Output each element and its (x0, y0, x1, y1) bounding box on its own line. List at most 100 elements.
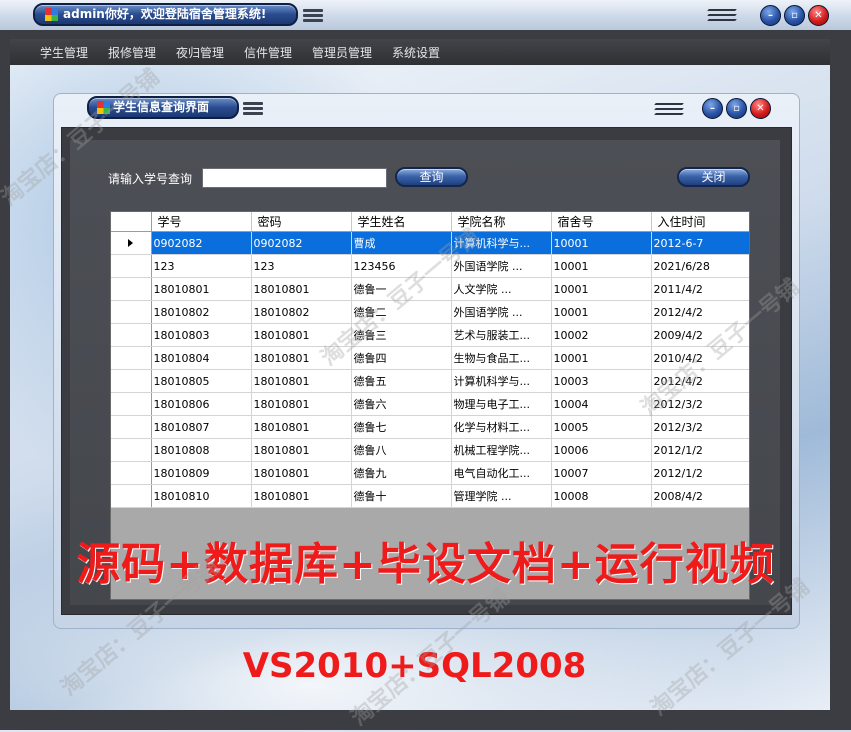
table-cell[interactable]: 18010809 (151, 461, 252, 485)
table-cell[interactable]: 德鲁九 (351, 461, 452, 485)
table-cell[interactable]: 人文学院 ... (451, 277, 552, 301)
restore-icon[interactable]: ▫ (784, 5, 805, 26)
close-button[interactable]: 关闭 (677, 167, 750, 187)
table-row[interactable]: 18010810 18010801 德鲁十 管理学院 ... 10008 2008/4/2 (111, 484, 749, 508)
table-cell[interactable]: 18010808 (151, 438, 252, 462)
table-row[interactable]: 18010807 18010801 德鲁七 化学与材料工... 10005 2012/3/… (111, 415, 749, 439)
table-cell[interactable]: 2011/4/2 (651, 277, 749, 301)
table-cell[interactable]: 2012/3/2 (651, 415, 749, 439)
menu-item-repair[interactable]: 报修管理 (108, 44, 156, 61)
table-cell[interactable]: 艺术与服装工... (451, 323, 552, 347)
table-cell[interactable]: 德鲁六 (351, 392, 452, 416)
table-cell[interactable]: 2012/1/2 (651, 438, 749, 462)
table-cell[interactable]: 德鲁三 (351, 323, 452, 347)
table-cell[interactable]: 10001 (551, 231, 652, 255)
row-header[interactable] (111, 392, 152, 416)
table-cell[interactable]: 18010801 (251, 392, 352, 416)
table-cell[interactable]: 德鲁七 (351, 415, 452, 439)
row-header[interactable] (111, 461, 152, 485)
table-cell[interactable]: 18010810 (151, 484, 252, 508)
table-cell[interactable]: 化学与材料工... (451, 415, 552, 439)
row-header[interactable] (111, 346, 152, 370)
table-cell[interactable]: 18010805 (151, 369, 252, 393)
table-cell[interactable]: 10001 (551, 277, 652, 301)
table-row[interactable]: 18010808 18010801 德鲁八 机械工程学院... 10006 2012/1/… (111, 438, 749, 462)
table-cell[interactable]: 18010806 (151, 392, 252, 416)
table-cell[interactable]: 生物与食品工... (451, 346, 552, 370)
column-header[interactable]: 学号 (151, 212, 252, 232)
table-cell[interactable]: 2012/1/2 (651, 461, 749, 485)
table-cell[interactable]: 2021/6/28 (651, 254, 749, 278)
table-cell[interactable]: 2012/3/2 (651, 392, 749, 416)
table-cell[interactable]: 18010801 (251, 484, 352, 508)
menu-item-admin[interactable]: 管理员管理 (312, 44, 372, 61)
table-row[interactable]: 18010804 18010801 德鲁四 生物与食品工... 10001 2010/4/… (111, 346, 749, 370)
table-cell[interactable]: 10002 (551, 323, 652, 347)
table-cell[interactable]: 18010801 (251, 323, 352, 347)
table-cell[interactable]: 123 (151, 254, 252, 278)
student-id-input[interactable] (202, 168, 387, 188)
table-cell[interactable]: 计算机科学与... (451, 231, 552, 255)
child-restore-icon[interactable]: ▫ (726, 98, 747, 119)
table-cell[interactable]: 10001 (551, 254, 652, 278)
table-cell[interactable]: 10007 (551, 461, 652, 485)
table-cell[interactable]: 10004 (551, 392, 652, 416)
table-cell[interactable]: 10001 (551, 346, 652, 370)
table-cell[interactable]: 123456 (351, 254, 452, 278)
row-header[interactable] (111, 369, 152, 393)
table-cell[interactable]: 18010801 (251, 461, 352, 485)
table-cell[interactable]: 10001 (551, 300, 652, 324)
table-cell[interactable]: 18010804 (151, 346, 252, 370)
table-cell[interactable]: 计算机科学与... (451, 369, 552, 393)
table-row[interactable]: 18010809 18010801 德鲁九 电气自动化工... 10007 2012/1/… (111, 461, 749, 485)
table-row[interactable]: 123 123 123456 外国语学院 ... 10001 2021/6/28 (111, 254, 749, 278)
table-cell[interactable]: 18010801 (251, 369, 352, 393)
table-cell[interactable]: 18010801 (251, 346, 352, 370)
menu-item-student[interactable]: 学生管理 (40, 44, 88, 61)
row-header[interactable] (111, 231, 152, 255)
column-header[interactable]: 学院名称 (451, 212, 552, 232)
table-cell[interactable]: 曹成 (351, 231, 452, 255)
menu-item-mail[interactable]: 信件管理 (244, 44, 292, 61)
table-cell[interactable]: 外国语学院 ... (451, 300, 552, 324)
table-cell[interactable]: 18010801 (251, 277, 352, 301)
column-header[interactable]: 密码 (251, 212, 352, 232)
row-header[interactable] (111, 277, 152, 301)
row-header[interactable] (111, 323, 152, 347)
table-cell[interactable]: 管理学院 ... (451, 484, 552, 508)
table-cell[interactable]: 2012/4/2 (651, 300, 749, 324)
column-header[interactable]: 宿舍号 (551, 212, 652, 232)
table-row[interactable]: 18010803 18010801 德鲁三 艺术与服装工... 10002 2009/4/… (111, 323, 749, 347)
table-cell[interactable]: 2012-6-7 (651, 231, 749, 255)
hamburger-icon[interactable] (303, 9, 323, 23)
table-row[interactable]: 18010801 18010801 德鲁一 人文学院 ... 10001 2011/4/2 (111, 277, 749, 301)
table-cell[interactable]: 2010/4/2 (651, 346, 749, 370)
row-header[interactable] (111, 254, 152, 278)
minimize-icon[interactable]: – (760, 5, 781, 26)
table-cell[interactable]: 德鲁一 (351, 277, 452, 301)
table-cell[interactable]: 0902082 (151, 231, 252, 255)
menu-item-late-return[interactable]: 夜归管理 (176, 44, 224, 61)
table-row[interactable]: 18010805 18010801 德鲁五 计算机科学与... 10003 2012/4/… (111, 369, 749, 393)
table-cell[interactable]: 18010801 (151, 277, 252, 301)
child-minimize-icon[interactable]: – (702, 98, 723, 119)
table-cell[interactable]: 18010803 (151, 323, 252, 347)
table-cell[interactable]: 德鲁四 (351, 346, 452, 370)
child-hamburger-icon[interactable] (243, 102, 263, 116)
close-icon[interactable]: ✕ (808, 5, 829, 26)
table-cell[interactable]: 机械工程学院... (451, 438, 552, 462)
query-button[interactable]: 查询 (395, 167, 468, 187)
table-cell[interactable]: 10006 (551, 438, 652, 462)
table-cell[interactable]: 18010807 (151, 415, 252, 439)
row-header[interactable] (111, 300, 152, 324)
table-cell[interactable]: 德鲁二 (351, 300, 452, 324)
menu-item-settings[interactable]: 系统设置 (392, 44, 440, 61)
row-header[interactable] (111, 484, 152, 508)
child-close-icon[interactable]: ✕ (750, 98, 771, 119)
table-cell[interactable]: 电气自动化工... (451, 461, 552, 485)
table-cell[interactable]: 123 (251, 254, 352, 278)
row-header[interactable] (111, 438, 152, 462)
table-cell[interactable]: 0902082 (251, 231, 352, 255)
column-header[interactable]: 学生姓名 (351, 212, 452, 232)
table-cell[interactable]: 德鲁五 (351, 369, 452, 393)
